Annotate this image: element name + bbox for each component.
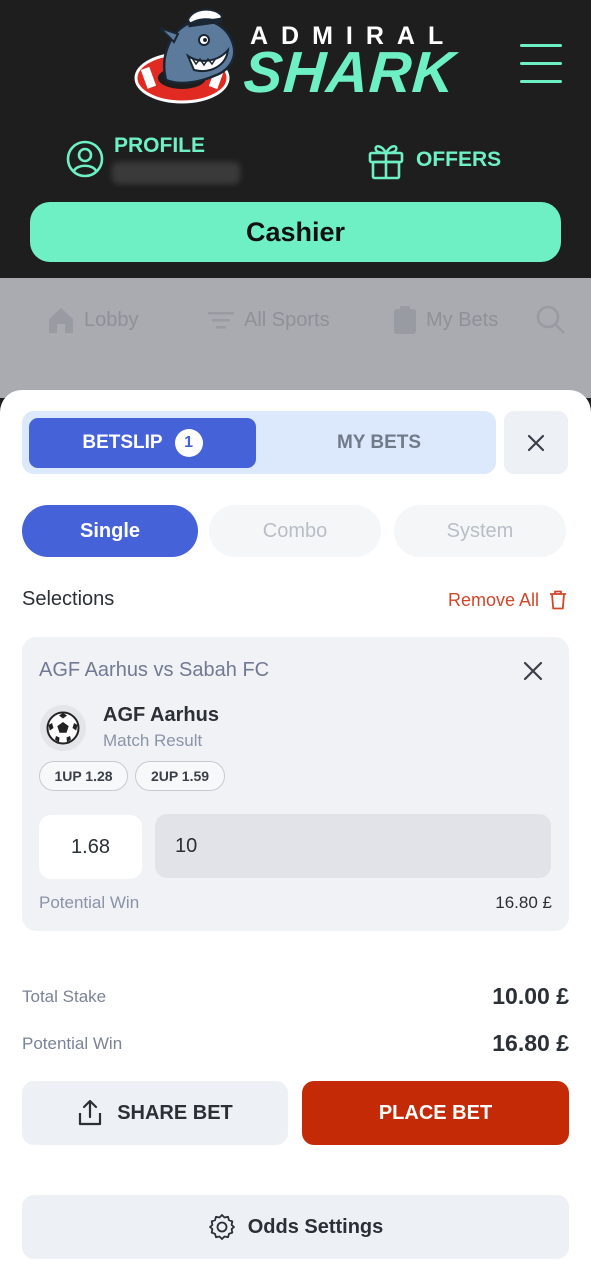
nav-lobby-label: Lobby bbox=[84, 308, 139, 331]
sports-nav-overlay: Lobby All Sports My Bets bbox=[0, 278, 591, 398]
share-bet-button[interactable]: SHARE BET bbox=[22, 1081, 288, 1145]
odds-settings-button[interactable]: Odds Settings bbox=[22, 1195, 569, 1259]
remove-all-label: Remove All bbox=[448, 589, 540, 610]
close-icon bbox=[527, 434, 545, 451]
early-payout-chip: 1UP 1.28 bbox=[39, 761, 128, 791]
selections-heading: Selections bbox=[22, 588, 115, 610]
profile-link[interactable]: PROFILE bbox=[66, 132, 296, 192]
tab-betslip-label: BETSLIP bbox=[82, 432, 163, 453]
sport-ball bbox=[40, 705, 86, 751]
home-icon bbox=[49, 308, 73, 333]
place-bet-button[interactable]: PLACE BET bbox=[302, 1081, 569, 1145]
cashier-button[interactable]: Cashier bbox=[30, 202, 561, 262]
logo-wordmark-main: SHARK bbox=[241, 40, 458, 105]
share-bet-label: SHARE BET bbox=[117, 1101, 233, 1124]
site-header: ADMIRAL SHARK PROFILE OFFERS Cashier bbox=[0, 0, 591, 278]
tab-betslip[interactable]: BETSLIP 1 bbox=[29, 418, 256, 468]
gear-icon bbox=[208, 1214, 235, 1240]
total-stake-label: Total Stake bbox=[22, 987, 107, 1006]
offers-link[interactable]: OFFERS bbox=[367, 138, 527, 182]
stake-input[interactable] bbox=[155, 814, 551, 878]
trash-icon bbox=[550, 590, 567, 610]
betslip-tabs: BETSLIP 1 MY BETS bbox=[22, 411, 496, 474]
share-icon bbox=[79, 1099, 102, 1126]
betslip-panel: BETSLIP 1 MY BETS Single Combo System Se… bbox=[0, 390, 591, 1280]
tab-my-bets[interactable]: MY BETS bbox=[268, 418, 490, 468]
menu-hamburger-icon[interactable] bbox=[520, 42, 562, 86]
user-icon bbox=[66, 140, 104, 178]
card-potential-win-label: Potential Win bbox=[39, 893, 140, 912]
profile-username-redacted bbox=[112, 162, 240, 184]
potential-win-value: 16.80 £ bbox=[492, 1030, 569, 1056]
nav-all-sports-label: All Sports bbox=[244, 308, 330, 331]
early-payout-chip: 2UP 1.59 bbox=[135, 761, 225, 791]
bet-type-system[interactable]: System bbox=[394, 505, 566, 557]
nav-all-sports[interactable]: All Sports bbox=[206, 304, 330, 336]
selection-pick: AGF Aarhus bbox=[103, 704, 219, 726]
selection-card: AGF Aarhus vs Sabah FC AGF Aarhus Match … bbox=[22, 637, 569, 931]
offers-label: OFFERS bbox=[416, 148, 502, 171]
filter-icon bbox=[208, 312, 234, 329]
close-betslip-button[interactable] bbox=[504, 411, 568, 474]
football-icon bbox=[46, 711, 80, 745]
bet-type-single[interactable]: Single bbox=[22, 505, 198, 557]
card-potential-win-value: 16.80 £ bbox=[495, 893, 552, 912]
potential-win-label: Potential Win bbox=[22, 1034, 123, 1053]
total-stake-value: 10.00 £ bbox=[492, 983, 569, 1009]
remove-selection-icon[interactable] bbox=[521, 659, 545, 683]
nav-lobby[interactable]: Lobby bbox=[46, 304, 139, 336]
bet-type-combo[interactable]: Combo bbox=[209, 505, 381, 557]
nav-my-bets[interactable]: My Bets bbox=[392, 304, 498, 336]
match-title: AGF Aarhus vs Sabah FC bbox=[39, 659, 270, 681]
betslip-count-badge: 1 bbox=[174, 429, 203, 457]
shark-mascot-icon bbox=[134, 8, 236, 104]
profile-label: PROFILE bbox=[114, 134, 206, 157]
selection-market: Match Result bbox=[103, 731, 203, 750]
search-icon[interactable] bbox=[535, 304, 567, 336]
selection-odds: 1.68 bbox=[39, 815, 142, 879]
remove-all-button[interactable]: Remove All bbox=[448, 586, 567, 614]
gift-icon bbox=[368, 145, 404, 180]
odds-settings-label: Odds Settings bbox=[247, 1215, 384, 1238]
nav-my-bets-label: My Bets bbox=[426, 308, 499, 331]
clipboard-icon bbox=[394, 306, 416, 334]
admiral-shark-logo[interactable]: ADMIRAL SHARK bbox=[130, 6, 470, 110]
